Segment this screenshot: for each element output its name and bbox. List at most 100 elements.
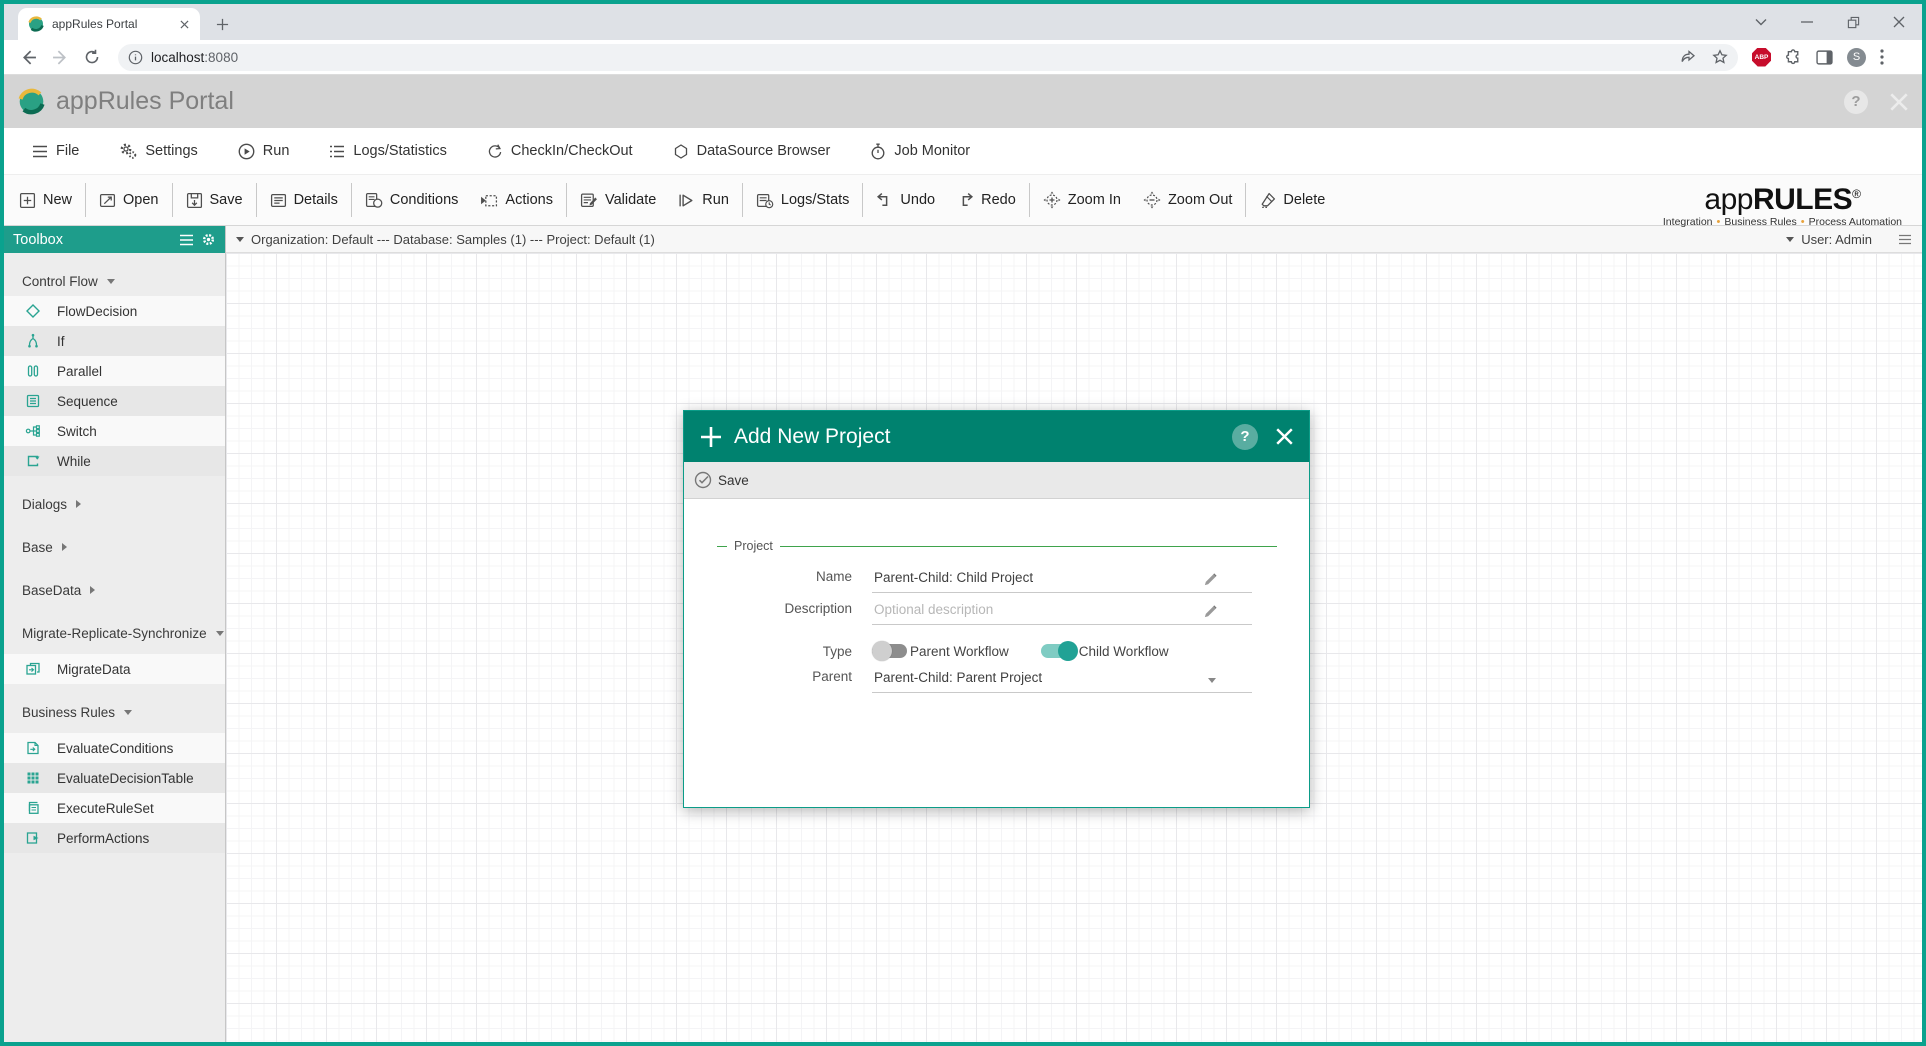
toolbox-item-parallel[interactable]: Parallel: [4, 356, 225, 386]
share-icon[interactable]: [1680, 49, 1696, 65]
chevron-down-icon: [124, 710, 132, 715]
toolbox-item-migratedata[interactable]: MigrateData: [4, 654, 225, 684]
actions-button[interactable]: Actions: [469, 175, 564, 225]
menu-datasource-browser[interactable]: DataSource Browser: [653, 128, 851, 174]
new-button[interactable]: New: [8, 175, 83, 225]
menu-settings[interactable]: Settings: [99, 128, 217, 174]
app-help-icon[interactable]: ?: [1844, 90, 1868, 114]
chevron-down-icon[interactable]: [236, 237, 244, 242]
toolbox-category-business-rules[interactable]: Business Rules: [4, 697, 225, 727]
back-icon[interactable]: [14, 43, 42, 71]
description-field-wrap: [872, 601, 1252, 625]
menu-checkin-checkout[interactable]: CheckIn/CheckOut: [467, 128, 653, 174]
restore-button[interactable]: [1830, 4, 1876, 40]
chevron-right-icon: [90, 586, 95, 594]
child-workflow-toggle[interactable]: [1041, 641, 1077, 661]
run-button[interactable]: Run: [667, 175, 740, 225]
parent-select[interactable]: Parent-Child: Parent Project: [872, 670, 1252, 693]
run-icon: [678, 192, 695, 209]
zoom-in-button[interactable]: Zoom In: [1032, 175, 1132, 225]
app-close-icon[interactable]: [1890, 93, 1908, 111]
menu-file[interactable]: File: [12, 128, 99, 174]
description-input[interactable]: [872, 602, 1252, 625]
browser-tab[interactable]: appRules Portal: [18, 8, 200, 40]
toolbox-category-control-flow[interactable]: Control Flow: [4, 266, 225, 296]
dropdown-caret-icon: [1208, 678, 1216, 683]
toolbox-item-while[interactable]: While: [4, 446, 225, 476]
details-button[interactable]: Details: [259, 175, 349, 225]
undo-button[interactable]: Undo: [865, 175, 946, 225]
toolbox-menu-icon[interactable]: [179, 234, 194, 246]
hamburger-icon: [32, 145, 48, 158]
tab-close-icon[interactable]: [176, 16, 192, 32]
close-window-button[interactable]: [1876, 4, 1922, 40]
dialog-save-button[interactable]: Save: [718, 473, 749, 488]
child-workflow-label: Child Workflow: [1079, 644, 1169, 659]
url-bar[interactable]: localhost:8080: [118, 44, 1738, 71]
logs-stats-button[interactable]: Logs/Stats: [745, 175, 861, 225]
edit-pencil-icon[interactable]: [1203, 604, 1218, 619]
open-button[interactable]: Open: [88, 175, 169, 225]
open-icon: [99, 192, 116, 209]
parent-workflow-toggle[interactable]: [872, 641, 908, 661]
forward-icon[interactable]: [46, 43, 74, 71]
while-icon: [25, 453, 41, 469]
adblock-extension-icon[interactable]: ABP: [1752, 48, 1771, 67]
edit-pencil-icon[interactable]: [1203, 572, 1218, 587]
switch-icon: [25, 423, 41, 439]
toolbox-gear-icon[interactable]: [201, 232, 216, 247]
extensions-puzzle-icon[interactable]: [1785, 49, 1802, 66]
zoom-out-button[interactable]: Zoom Out: [1132, 175, 1243, 225]
toolbox-item-performactions[interactable]: PerformActions: [4, 823, 225, 853]
dialog-close-icon[interactable]: [1276, 428, 1293, 445]
menu-run[interactable]: Run: [218, 128, 310, 174]
toolbox-item-if[interactable]: If: [4, 326, 225, 356]
name-input[interactable]: [872, 570, 1252, 593]
type-toggles: Parent Workflow Child Workflow: [872, 641, 1252, 661]
status-menu-icon[interactable]: [1898, 234, 1912, 245]
profile-avatar[interactable]: S: [1847, 48, 1866, 67]
validate-button[interactable]: Validate: [569, 175, 667, 225]
page-info-icon[interactable]: [128, 50, 143, 65]
app-header: appRules Portal ?: [4, 75, 1922, 128]
toolbox-category-migrate-replicate-synchronize[interactable]: Migrate-Replicate-Synchronize: [4, 618, 225, 648]
delete-button[interactable]: Delete: [1248, 175, 1336, 225]
menu-logs-statistics[interactable]: Logs/Statistics: [309, 128, 467, 174]
toolbox-category-dialogs[interactable]: Dialogs: [4, 489, 225, 519]
app-logo-globe-icon: [18, 88, 45, 115]
url-text[interactable]: localhost:8080: [151, 50, 1680, 65]
redo-button[interactable]: Redo: [946, 175, 1027, 225]
conditions-icon: [365, 192, 383, 209]
evaluatedecisiontable-icon: [25, 770, 41, 786]
toolbox-item-executeruleset[interactable]: ExecuteRuleSet: [4, 793, 225, 823]
sync-arrows-icon: [487, 143, 503, 160]
stopwatch-icon: [870, 143, 886, 160]
plus-icon: [700, 426, 722, 448]
new-tab-button[interactable]: [208, 10, 236, 38]
save-check-icon: [694, 471, 712, 489]
tab-search-chevron-icon[interactable]: [1738, 4, 1784, 40]
dialog-help-icon[interactable]: ?: [1232, 424, 1258, 450]
reload-icon[interactable]: [78, 43, 106, 71]
save-button[interactable]: Save: [175, 175, 254, 225]
toolbox-item-flowdecision[interactable]: FlowDecision: [4, 296, 225, 326]
toolbox-item-switch[interactable]: Switch: [4, 416, 225, 446]
conditions-button[interactable]: Conditions: [354, 175, 470, 225]
toolbox-category-base[interactable]: Base: [4, 532, 225, 562]
minimize-button[interactable]: [1784, 4, 1830, 40]
address-bar: localhost:8080 ABP S: [4, 40, 1922, 75]
toolbox-category-basedata[interactable]: BaseData: [4, 575, 225, 605]
parent-workflow-label: Parent Workflow: [910, 644, 1009, 659]
side-panel-icon[interactable]: [1816, 50, 1833, 65]
toolbox-item-sequence[interactable]: Sequence: [4, 386, 225, 416]
toolbox-item-evaluateconditions[interactable]: EvaluateConditions: [4, 733, 225, 763]
extensions-area: ABP S: [1752, 48, 1884, 67]
context-text[interactable]: Organization: Default --- Database: Samp…: [251, 232, 655, 247]
toolbox-item-evaluatedecisiontable[interactable]: EvaluateDecisionTable: [4, 763, 225, 793]
menu-job-monitor[interactable]: Job Monitor: [850, 128, 990, 174]
bookmark-star-icon[interactable]: [1712, 49, 1728, 65]
dialog-header: Add New Project ?: [684, 411, 1309, 462]
user-label[interactable]: User: Admin: [1801, 232, 1872, 247]
browser-menu-dots-icon[interactable]: [1880, 49, 1884, 65]
chevron-down-icon[interactable]: [1786, 237, 1794, 242]
